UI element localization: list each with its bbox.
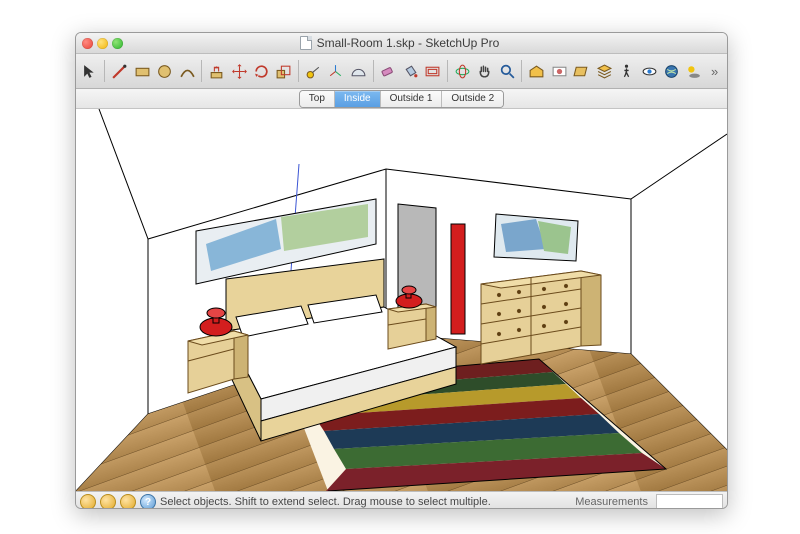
titlebar: Small-Room 1.skp - SketchUp Pro (76, 33, 727, 54)
document-icon (300, 36, 312, 50)
scene-tab-top[interactable]: Top (300, 91, 335, 107)
toolbar-separator (373, 60, 374, 82)
toolbar-separator (447, 60, 448, 82)
scene-tab-inside[interactable]: Inside (335, 91, 381, 107)
move-tool[interactable] (229, 60, 249, 82)
circle-tool[interactable] (154, 60, 174, 82)
scene-tab-outside-1[interactable]: Outside 1 (381, 91, 443, 107)
zoom-window-button[interactable] (112, 38, 123, 49)
model-viewport[interactable] (76, 109, 727, 491)
tape-measure-tool[interactable] (303, 60, 323, 82)
pan-tool[interactable] (474, 60, 494, 82)
app-window: Small-Room 1.skp - SketchUp Pro (75, 32, 728, 509)
toolbar-overflow-button[interactable]: » (706, 64, 723, 79)
status-bar: ? Select objects. Shift to extend select… (76, 491, 727, 509)
section-plane-tool[interactable] (571, 60, 591, 82)
orbit-tool[interactable] (452, 60, 472, 82)
measurements-input[interactable] (656, 494, 723, 509)
geo-location-tool[interactable] (661, 60, 681, 82)
minimize-window-button[interactable] (97, 38, 108, 49)
rotate-tool[interactable] (251, 60, 271, 82)
select-tool[interactable] (80, 60, 100, 82)
window-title-text: Small-Room 1.skp - SketchUp Pro (317, 36, 500, 50)
close-window-button[interactable] (82, 38, 93, 49)
walkthrough-tool[interactable] (616, 60, 636, 82)
axes-tool[interactable] (326, 60, 346, 82)
match-photo-tool[interactable] (549, 60, 569, 82)
scale-tool[interactable] (274, 60, 294, 82)
eraser-tool[interactable] (378, 60, 398, 82)
toolbar-separator (521, 60, 522, 82)
zoom-tool[interactable] (497, 60, 517, 82)
status-user-icon[interactable] (120, 494, 136, 509)
push-pull-tool[interactable] (206, 60, 226, 82)
status-geo-icon[interactable] (80, 494, 96, 509)
scene-tab-outside-2[interactable]: Outside 2 (442, 91, 503, 107)
paint-bucket-tool[interactable] (400, 60, 420, 82)
instructor-help-icon[interactable]: ? (140, 494, 156, 509)
window-title: Small-Room 1.skp - SketchUp Pro (127, 36, 672, 50)
status-hint-text: Select objects. Shift to extend select. … (160, 496, 491, 508)
protractor-tool[interactable] (348, 60, 368, 82)
rectangle-tool[interactable] (132, 60, 152, 82)
look-around-tool[interactable] (639, 60, 659, 82)
arc-tool[interactable] (177, 60, 197, 82)
measurements-label: Measurements (575, 496, 648, 508)
line-tool[interactable] (109, 60, 129, 82)
layers-tool[interactable] (594, 60, 614, 82)
status-credits-icon[interactable] (100, 494, 116, 509)
toolbar-separator (201, 60, 202, 82)
shadows-tool[interactable] (684, 60, 704, 82)
3d-warehouse-tool[interactable] (526, 60, 546, 82)
scene-tab-bar: Top Inside Outside 1 Outside 2 (76, 89, 727, 109)
offset-tool[interactable] (423, 60, 443, 82)
main-toolbar: » (76, 54, 727, 89)
toolbar-separator (298, 60, 299, 82)
toolbar-separator (104, 60, 105, 82)
